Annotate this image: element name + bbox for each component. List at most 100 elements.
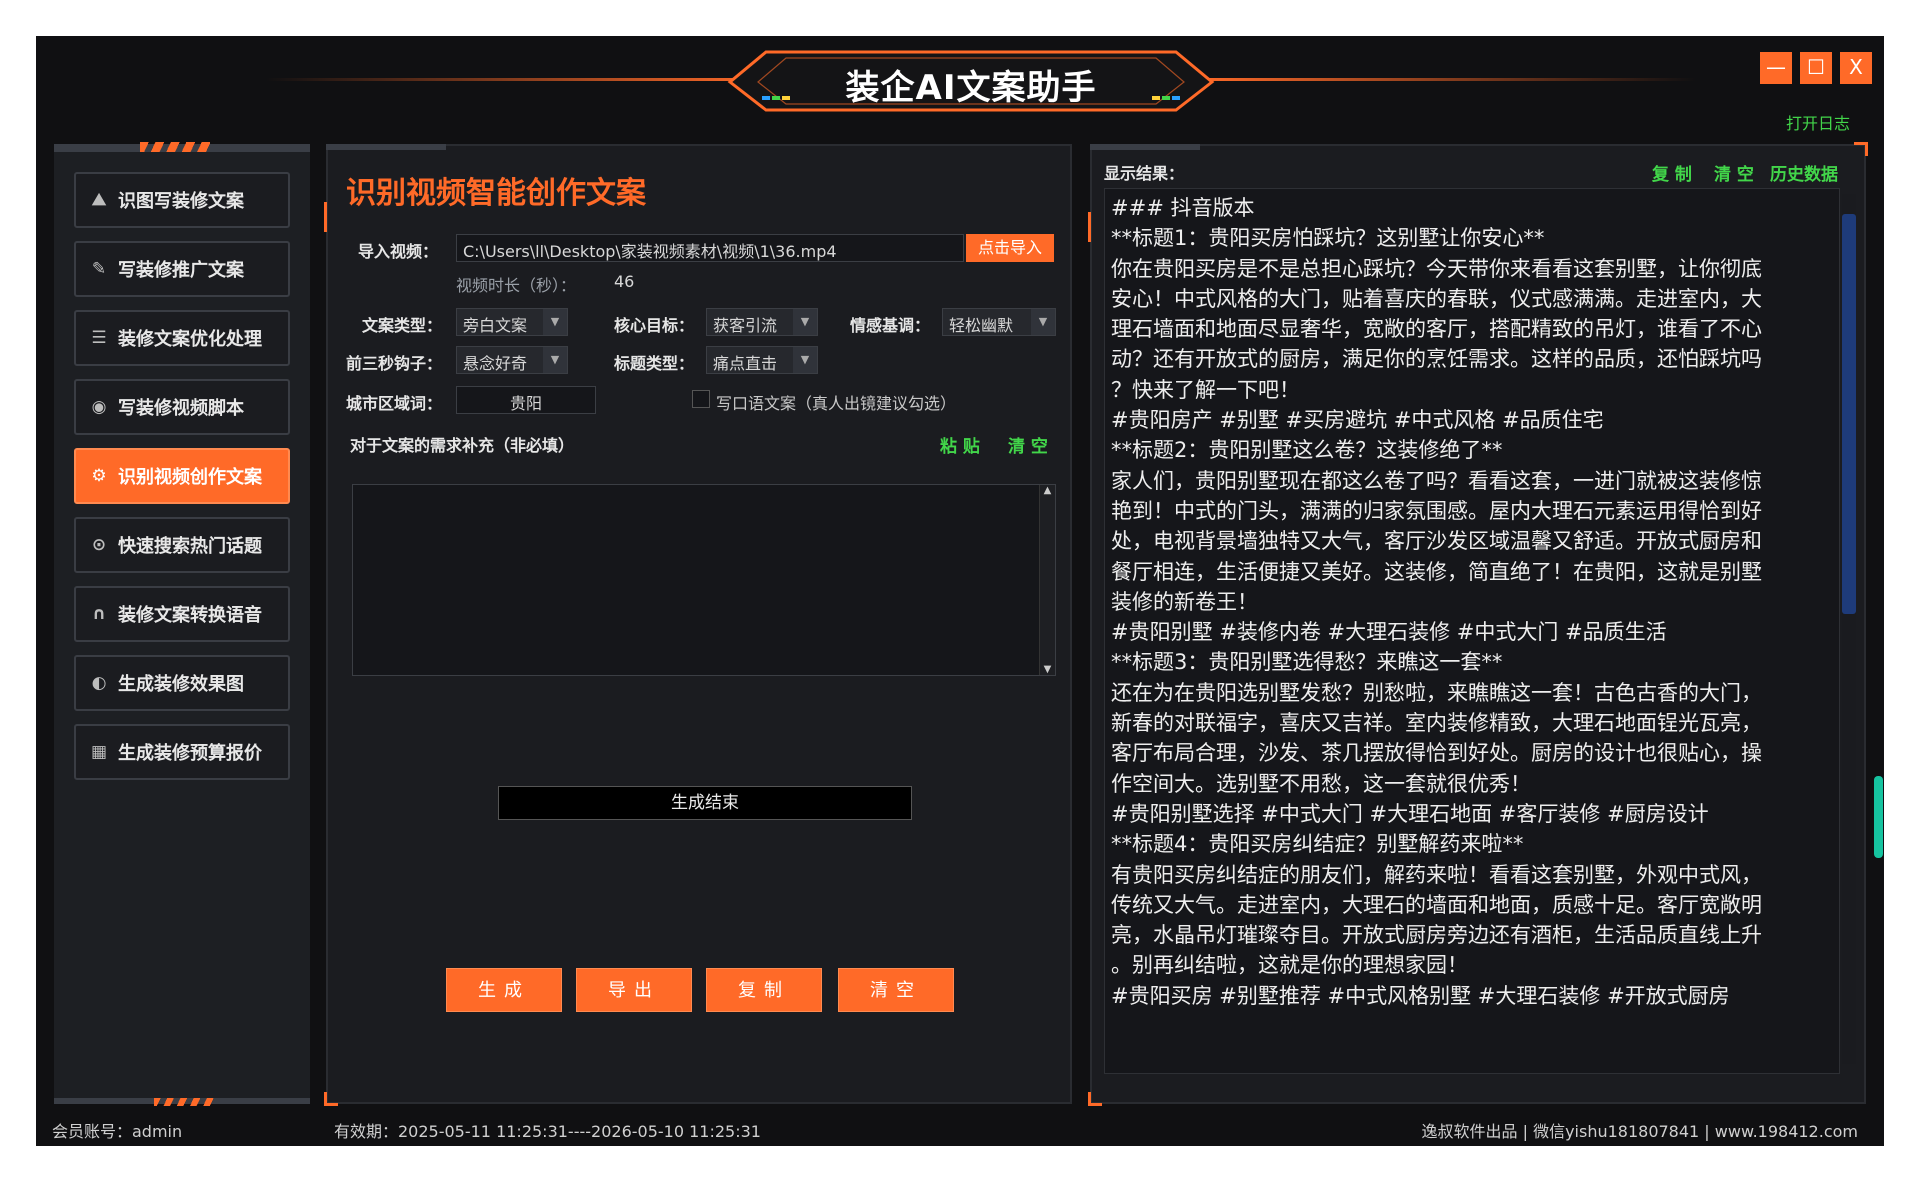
- result-line: 客厅布局合理，沙发、茶几摆放得恰到好处。厨房的设计也很贴心，操: [1111, 741, 1762, 766]
- result-line: 餐厅相连，生活便捷又美好。这装修，简直绝了！在贵阳，这就是别墅: [1111, 559, 1762, 584]
- copy-result-button[interactable]: 复 制: [1652, 160, 1692, 185]
- result-line: 安心！中式风格的大门，贴着喜庆的春联，仪式感满满。走进室内，大: [1111, 286, 1762, 311]
- city-input[interactable]: 贵阳: [456, 386, 596, 414]
- clear-extra-button[interactable]: 清 空: [1008, 432, 1048, 457]
- result-line: 还在为在贵阳选别墅发愁？别愁啦，来瞧瞧这一套！古色古香的大门，: [1111, 680, 1762, 705]
- title-type-select[interactable]: 痛点直击 ▼: [706, 346, 818, 374]
- clear-button[interactable]: 清空: [838, 968, 954, 1012]
- textarea-scrollbar[interactable]: ▲ ▼: [1039, 485, 1055, 675]
- sidebar-item-budget-quote[interactable]: ▦ 生成装修预算报价: [74, 724, 290, 780]
- result-line: 装修的新卷王！: [1111, 589, 1258, 614]
- oral-copy-label: 写口语文案（真人出镜建议勾选）: [716, 394, 957, 413]
- result-line: 动？还有开放式的厨房，满足你的烹饪需求。这样的品质，还怕踩坑吗: [1111, 347, 1762, 372]
- sidebar-item-label: 装修文案优化处理: [118, 329, 262, 350]
- validity-period: 有效期：2025-05-11 11:25:31----2026-05-10 11…: [334, 1122, 761, 1141]
- panel-corner-decor: [1088, 1092, 1102, 1106]
- video-icon: ⚙: [91, 466, 107, 486]
- extra-requirements-textarea[interactable]: ▲ ▼: [352, 484, 1056, 676]
- calculator-icon: ▦: [90, 742, 108, 762]
- result-line: 作空间大。选别墅不用愁，这一套就很优秀！: [1111, 771, 1531, 796]
- hook-label: 前三秒钩子：: [345, 354, 442, 373]
- panel-corner-decor: [324, 202, 338, 232]
- result-line: ？快来了解一下吧！: [1111, 377, 1300, 402]
- headphones-icon: ∩: [92, 604, 106, 624]
- result-label: 显示结果：: [1104, 164, 1185, 183]
- member-account: 会员账号：admin: [52, 1122, 183, 1141]
- goal-select[interactable]: 获客引流 ▼: [706, 308, 818, 336]
- sidebar-item-label: 装修文案转换语音: [118, 605, 262, 626]
- video-path-input[interactable]: C:\Users\ll\Desktop\家装视频素材\视频\1\36.mp4: [456, 234, 964, 262]
- sidebar-item-label: 生成装修效果图: [118, 674, 244, 695]
- hook-select[interactable]: 悬念好奇 ▼: [456, 346, 568, 374]
- copy-type-value: 旁白文案: [463, 316, 528, 335]
- duration-value: 46: [614, 272, 635, 291]
- result-line: 家人们，贵阳别墅现在都这么卷了吗？看看这套，一进门就被这装修惊: [1111, 468, 1762, 493]
- chevron-down-icon: ▼: [793, 347, 817, 373]
- open-log-link[interactable]: 打开日志: [1786, 110, 1850, 134]
- copy-type-select[interactable]: 旁白文案 ▼: [456, 308, 568, 336]
- chevron-down-icon: ▼: [543, 309, 567, 335]
- sidebar-item-image-copy[interactable]: ⛰ 识图写装修文案: [74, 172, 290, 228]
- result-line: 亮，水晶吊灯璀璨夺目。开放式厨房旁边还有酒柜，生活品质直线上升: [1111, 923, 1762, 948]
- sidebar-item-hot-topics[interactable]: ⊙ 快速搜索热门话题: [74, 517, 290, 573]
- sidebar-item-text-to-speech[interactable]: ∩ 装修文案转换语音: [74, 586, 290, 642]
- side-indicator: [1874, 776, 1883, 858]
- result-line: 有贵阳买房纠结症的朋友们，解药来啦！看看这套别墅，外观中式风，: [1111, 862, 1762, 887]
- title-decor-left: [266, 78, 766, 81]
- title-type-value: 痛点直击: [713, 354, 778, 373]
- result-textbox[interactable]: ### 抖音版本 **标题1：贵阳买房怕踩坑？这别墅让你安心** 你在贵阳买房是…: [1104, 188, 1840, 1074]
- import-video-button[interactable]: 点击导入: [966, 234, 1054, 262]
- result-line: ### 抖音版本: [1111, 196, 1255, 220]
- sidebar-item-render-image[interactable]: ◐ 生成装修效果图: [74, 655, 290, 711]
- paste-button[interactable]: 粘 贴: [940, 432, 980, 457]
- history-button[interactable]: 历史数据: [1770, 160, 1838, 185]
- sidebar-item-video-script[interactable]: ◉ 写装修视频脚本: [74, 379, 290, 435]
- sidebar-item-label: 写装修视频脚本: [118, 398, 244, 419]
- pen-icon: ✎: [91, 259, 107, 279]
- sidebar-item-label: 识别视频创作文案: [118, 467, 262, 488]
- result-scrollbar[interactable]: [1842, 194, 1856, 1064]
- result-line: **标题2：贵阳别墅这么卷？这装修绝了**: [1111, 438, 1503, 463]
- sidebar-item-promo-copy[interactable]: ✎ 写装修推广文案: [74, 241, 290, 297]
- sidebar-item-label: 识图写装修文案: [118, 191, 244, 212]
- camera-icon: ◉: [91, 397, 107, 417]
- panel-top-decor: [326, 144, 446, 150]
- result-line: #贵阳房产 #别墅 #买房避坑 #中式风格 #品质住宅: [1111, 408, 1604, 433]
- sidebar-item-optimize[interactable]: ☰ 装修文案优化处理: [74, 310, 290, 366]
- export-button[interactable]: 导出: [576, 968, 692, 1012]
- tone-value: 轻松幽默: [949, 316, 1014, 335]
- palette-icon: ◐: [91, 673, 107, 693]
- location-icon: ⊙: [91, 535, 107, 555]
- oral-copy-checkbox[interactable]: [692, 390, 710, 408]
- copy-type-label: 文案类型：: [361, 316, 442, 335]
- close-button[interactable]: X: [1840, 52, 1872, 84]
- minimize-button[interactable]: —: [1760, 52, 1792, 84]
- maximize-button[interactable]: ☐: [1800, 52, 1832, 84]
- duration-label: 视频时长（秒）：: [456, 276, 577, 295]
- picture-icon: ⛰: [91, 190, 107, 210]
- result-line: **标题3：贵阳别墅选得愁？来瞧这一套**: [1111, 650, 1503, 675]
- result-line: 理石墙面和地面尽显奢华，宽敞的客厅，搭配精致的吊灯，谁看了不心: [1111, 317, 1762, 342]
- sidebar-stripes: [140, 142, 210, 152]
- result-line: **标题4：贵阳买房纠结症？别墅解药来啦**: [1111, 832, 1524, 857]
- sidebar-item-video-recognize[interactable]: ⚙ 识别视频创作文案: [74, 448, 290, 504]
- sidebar: ⛰ 识图写装修文案 ✎ 写装修推广文案 ☰ 装修文案优化处理 ◉ 写装修视频脚本 ⚙ 识别…: [54, 142, 310, 1106]
- result-line: 传统又大气。走进室内，大理石的墙面和地面，质感十足。客厅宽敞明: [1111, 892, 1762, 917]
- result-scroll-thumb[interactable]: [1842, 214, 1856, 614]
- result-panel: 显示结果： 复 制 清 空 历史数据 ### 抖音版本 **标题1：贵阳买房怕踩…: [1088, 142, 1868, 1106]
- sidebar-item-label: 生成装修预算报价: [118, 743, 262, 764]
- tone-select[interactable]: 轻松幽默 ▼: [942, 308, 1056, 336]
- result-line: 艳到！中式的门头，满满的归家氛围感。屋内大理石元素运用得恰到好: [1111, 498, 1762, 523]
- scroll-up-icon[interactable]: ▲: [1040, 485, 1055, 496]
- scroll-down-icon[interactable]: ▼: [1040, 664, 1055, 675]
- sidebar-item-label: 写装修推广文案: [118, 260, 244, 281]
- chevron-down-icon: ▼: [1031, 309, 1055, 335]
- document-icon: ☰: [91, 328, 107, 348]
- goal-label: 核心目标：: [613, 316, 694, 335]
- generate-button[interactable]: 生成: [446, 968, 562, 1012]
- app-window: 装企AI文案助手 — ☐ X 打开日志 ⛰ 识图写装修文案 ✎ 写装修推广文案 ☰ 装…: [36, 36, 1884, 1146]
- video-copy-panel: 识别视频智能创作文案 导入视频： C:\Users\ll\Desktop\家装视…: [324, 144, 1072, 1106]
- title-decor-right: [1196, 78, 1696, 81]
- copy-button[interactable]: 复制: [706, 968, 822, 1012]
- clear-result-button[interactable]: 清 空: [1714, 160, 1754, 185]
